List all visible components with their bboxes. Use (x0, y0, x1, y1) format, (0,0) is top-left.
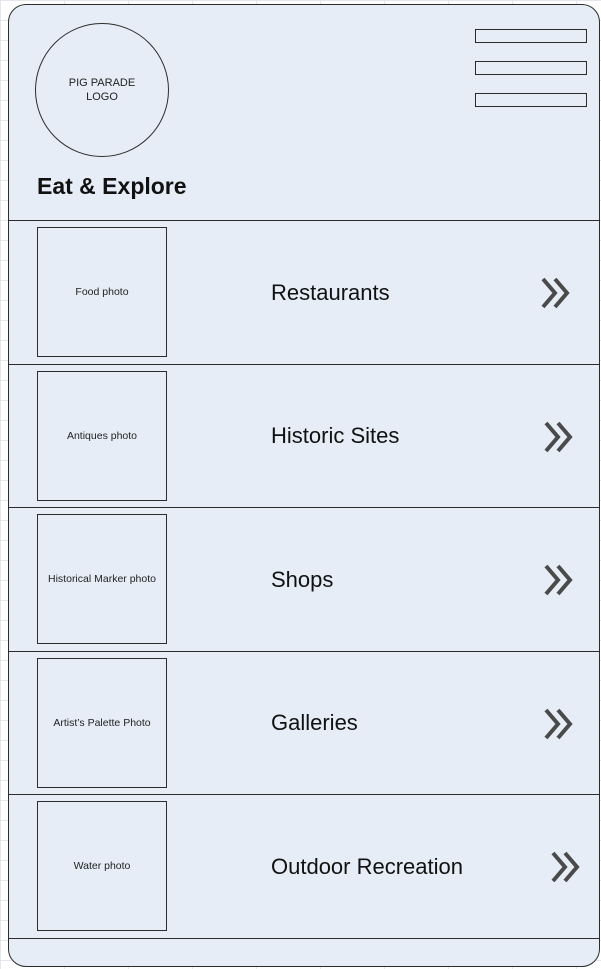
hamburger-menu-icon[interactable] (475, 29, 589, 111)
category-label: Galleries (271, 710, 358, 735)
menu-bar-bottom (475, 93, 587, 107)
mobile-screen-mockup: PIG PARADE LOGO Eat & Explore Food photo… (8, 4, 600, 967)
footer-area (9, 939, 599, 966)
antiques-photo-placeholder: Antiques photo (37, 370, 167, 501)
logo-text-line-2: LOGO (86, 91, 118, 103)
pig-parade-logo[interactable]: PIG PARADE LOGO (35, 23, 169, 157)
double-chevron-right-icon[interactable] (547, 847, 587, 887)
logo-text: PIG PARADE LOGO (69, 76, 135, 104)
app-header: PIG PARADE LOGO Eat & Explore (9, 5, 599, 221)
double-chevron-right-icon[interactable] (537, 273, 577, 313)
category-row-restaurants[interactable]: Food photo Restaurants (9, 221, 599, 365)
category-label: Historic Sites (271, 423, 400, 448)
food-photo-placeholder: Food photo (37, 227, 167, 357)
category-row-historic-sites[interactable]: Antiques photo Historic Sites (9, 365, 599, 508)
category-row-shops[interactable]: Historical Marker photo Shops (9, 508, 599, 652)
logo-text-line-1: PIG PARADE (68, 77, 136, 89)
menu-bar-middle (475, 61, 587, 75)
page-title: Eat & Explore (37, 173, 187, 199)
category-list: Food photo Restaurants Antiques photo Hi… (9, 221, 599, 939)
menu-bar-top (475, 29, 587, 43)
historical-marker-photo-placeholder: Historical Marker photo (37, 514, 167, 644)
category-label: Outdoor Recreation (271, 853, 463, 879)
category-row-galleries[interactable]: Artist’s Palette Photo Galleries (9, 652, 599, 795)
category-label: Shops (271, 566, 334, 592)
category-row-outdoor-recreation[interactable]: Water photo Outdoor Recreation (9, 795, 599, 939)
double-chevron-right-icon[interactable] (540, 560, 580, 600)
water-photo-placeholder: Water photo (37, 801, 167, 931)
artists-palette-photo-placeholder: Artist’s Palette Photo (37, 657, 167, 788)
double-chevron-right-icon[interactable] (540, 704, 580, 744)
category-label: Restaurants (271, 279, 390, 305)
double-chevron-right-icon[interactable] (540, 417, 580, 457)
